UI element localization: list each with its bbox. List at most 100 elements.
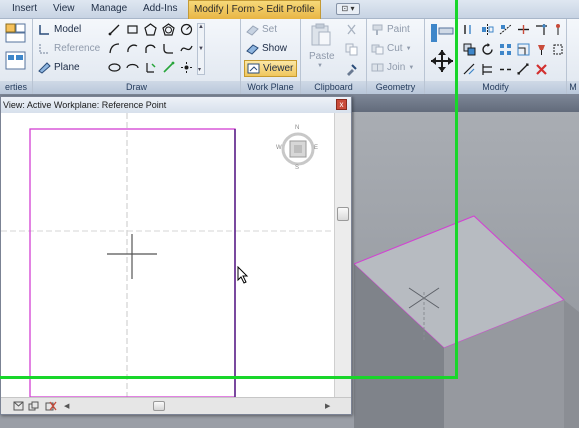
delete-icon[interactable]	[535, 63, 548, 76]
split-icon[interactable]	[517, 23, 530, 36]
measure-icon[interactable]	[517, 63, 530, 76]
gallery-up-arrow: ▲	[198, 24, 204, 30]
offset-icon[interactable]	[463, 23, 476, 36]
reference-line-button[interactable]: Reference	[38, 42, 100, 55]
trim-extend-single-icon[interactable]	[463, 63, 476, 76]
paste-dropdown-arrow: ▼	[317, 63, 323, 69]
rotate-icon[interactable]	[481, 43, 494, 56]
model-line-button[interactable]: Model	[38, 23, 81, 36]
type-properties-icon[interactable]	[5, 51, 27, 71]
reference-plane-label: Plane	[54, 62, 80, 73]
unpin-icon[interactable]	[553, 23, 563, 36]
paste-icon	[311, 23, 331, 46]
partial-ellipse-icon[interactable]	[126, 61, 139, 74]
group-icon[interactable]	[553, 43, 563, 56]
circumscribed-polygon-icon[interactable]	[162, 23, 175, 36]
start-end-arc-icon[interactable]	[108, 42, 121, 55]
model-line-icon	[39, 25, 49, 35]
panel-clipboard: Paste ▼ Clipboard	[301, 19, 367, 94]
point-element-icon[interactable]	[180, 61, 193, 74]
draw-gallery-scroll[interactable]: ▲ ▼ ▾	[197, 23, 205, 75]
cut-geometry-label: Cut	[387, 43, 403, 54]
line-icon[interactable]	[108, 23, 121, 36]
copy-modify-icon[interactable]	[463, 43, 476, 56]
tab-manage[interactable]: Manage	[91, 3, 127, 14]
properties-icon[interactable]	[5, 23, 27, 43]
tab-view[interactable]: View	[53, 3, 75, 14]
panel-clipboard-title: Clipboard	[301, 81, 366, 94]
circle-icon[interactable]	[180, 23, 193, 36]
tangent-arc-icon[interactable]	[144, 42, 157, 55]
dialog-title[interactable]: View: Active Workplane: Reference Point	[1, 97, 351, 113]
scroll-left-arrow[interactable]: ◀	[64, 402, 69, 410]
vertical-scrollbar[interactable]	[334, 113, 351, 397]
ribbon: erties Model Reference Plane ▲ ▼ ▾ Draw …	[0, 19, 579, 94]
viewer-icon	[247, 63, 260, 74]
model-line-label: Model	[54, 24, 82, 35]
detail-level-icon[interactable]	[28, 401, 39, 411]
align-icon[interactable]	[429, 22, 455, 44]
vertical-scroll-thumb[interactable]	[337, 207, 349, 221]
mirror-axis-icon[interactable]	[481, 23, 494, 36]
panel-work-plane: Set Show Viewer Work Plane	[241, 19, 301, 94]
revit-screen: Insert View Manage Add-Ins Modify | Form…	[0, 0, 579, 428]
spline-icon[interactable]	[180, 42, 193, 55]
mirror-draw-icon[interactable]	[499, 23, 512, 36]
copy-icon[interactable]	[345, 43, 358, 56]
view-control-bar: ◀ ▶	[1, 397, 351, 414]
viewer-button[interactable]: Viewer	[244, 60, 298, 77]
ellipse-icon[interactable]	[108, 61, 121, 74]
horizontal-scroll-thumb[interactable]	[153, 401, 165, 411]
viewer-label: Viewer	[263, 63, 294, 74]
fillet-arc-icon[interactable]	[162, 42, 175, 55]
show-label: Show	[262, 43, 288, 54]
reference-line-label: Reference	[54, 43, 101, 54]
panel-modify-title: Modify	[425, 81, 566, 94]
join-dropdown-arrow: ▼	[408, 64, 415, 71]
cut-icon[interactable]	[345, 23, 358, 36]
scroll-right-arrow[interactable]: ▶	[325, 402, 330, 410]
compass-west: W	[276, 145, 282, 151]
compass-south: S	[295, 165, 300, 171]
show-icon	[246, 44, 259, 55]
center-ends-arc-icon[interactable]	[126, 42, 139, 55]
tab-add-ins[interactable]: Add-Ins	[143, 3, 177, 14]
ribbon-tab-bar: Insert View Manage Add-Ins Modify | Form…	[0, 0, 579, 19]
rectangle-icon[interactable]	[126, 23, 139, 36]
compass-east: E	[314, 145, 319, 151]
pin-icon[interactable]	[535, 43, 548, 56]
panel-more: M	[567, 19, 579, 94]
paint-button[interactable]: Paint	[371, 23, 410, 36]
scale-icon-bottom[interactable]	[13, 401, 24, 411]
set-workplane-button[interactable]: Set	[246, 23, 277, 36]
visual-style-icon[interactable]	[45, 400, 57, 412]
show-workplane-button[interactable]: Show	[246, 42, 287, 55]
3d-viewport[interactable]	[353, 112, 579, 428]
compass-north: N	[295, 125, 300, 131]
quick-access-dropdown[interactable]: ⊡ ▾	[336, 3, 360, 15]
cut-geometry-button[interactable]: Cut ▼	[371, 42, 412, 55]
tab-modify-form-edit-profile[interactable]: Modify | Form > Edit Profile	[188, 0, 321, 19]
set-label: Set	[262, 24, 278, 35]
trim-icon[interactable]	[535, 23, 548, 36]
tab-insert[interactable]: Insert	[12, 3, 37, 14]
plane-icon	[38, 62, 51, 74]
pick-lines-icon[interactable]	[144, 61, 157, 74]
paste-button[interactable]: Paste ▼	[308, 21, 335, 71]
move-icon[interactable]	[429, 49, 455, 73]
join-button[interactable]: Join ▼	[371, 61, 414, 74]
match-properties-icon[interactable]	[345, 63, 358, 76]
split-with-gap-icon[interactable]	[499, 63, 512, 76]
workplane-canvas[interactable]: N E S W	[1, 113, 334, 398]
paint-icon	[372, 24, 383, 35]
join-label: Join	[387, 62, 406, 73]
dialog-close-button[interactable]: x	[336, 99, 347, 110]
viewcube[interactable]: N E S W	[276, 125, 320, 173]
reference-plane-button[interactable]: Plane	[38, 61, 80, 74]
set-icon	[246, 25, 259, 36]
inscribed-polygon-icon[interactable]	[144, 23, 157, 36]
trim-extend-multiple-icon[interactable]	[481, 63, 494, 76]
scale-icon[interactable]	[517, 43, 530, 56]
array-icon[interactable]	[499, 43, 512, 56]
pick-faces-icon[interactable]	[162, 61, 175, 74]
